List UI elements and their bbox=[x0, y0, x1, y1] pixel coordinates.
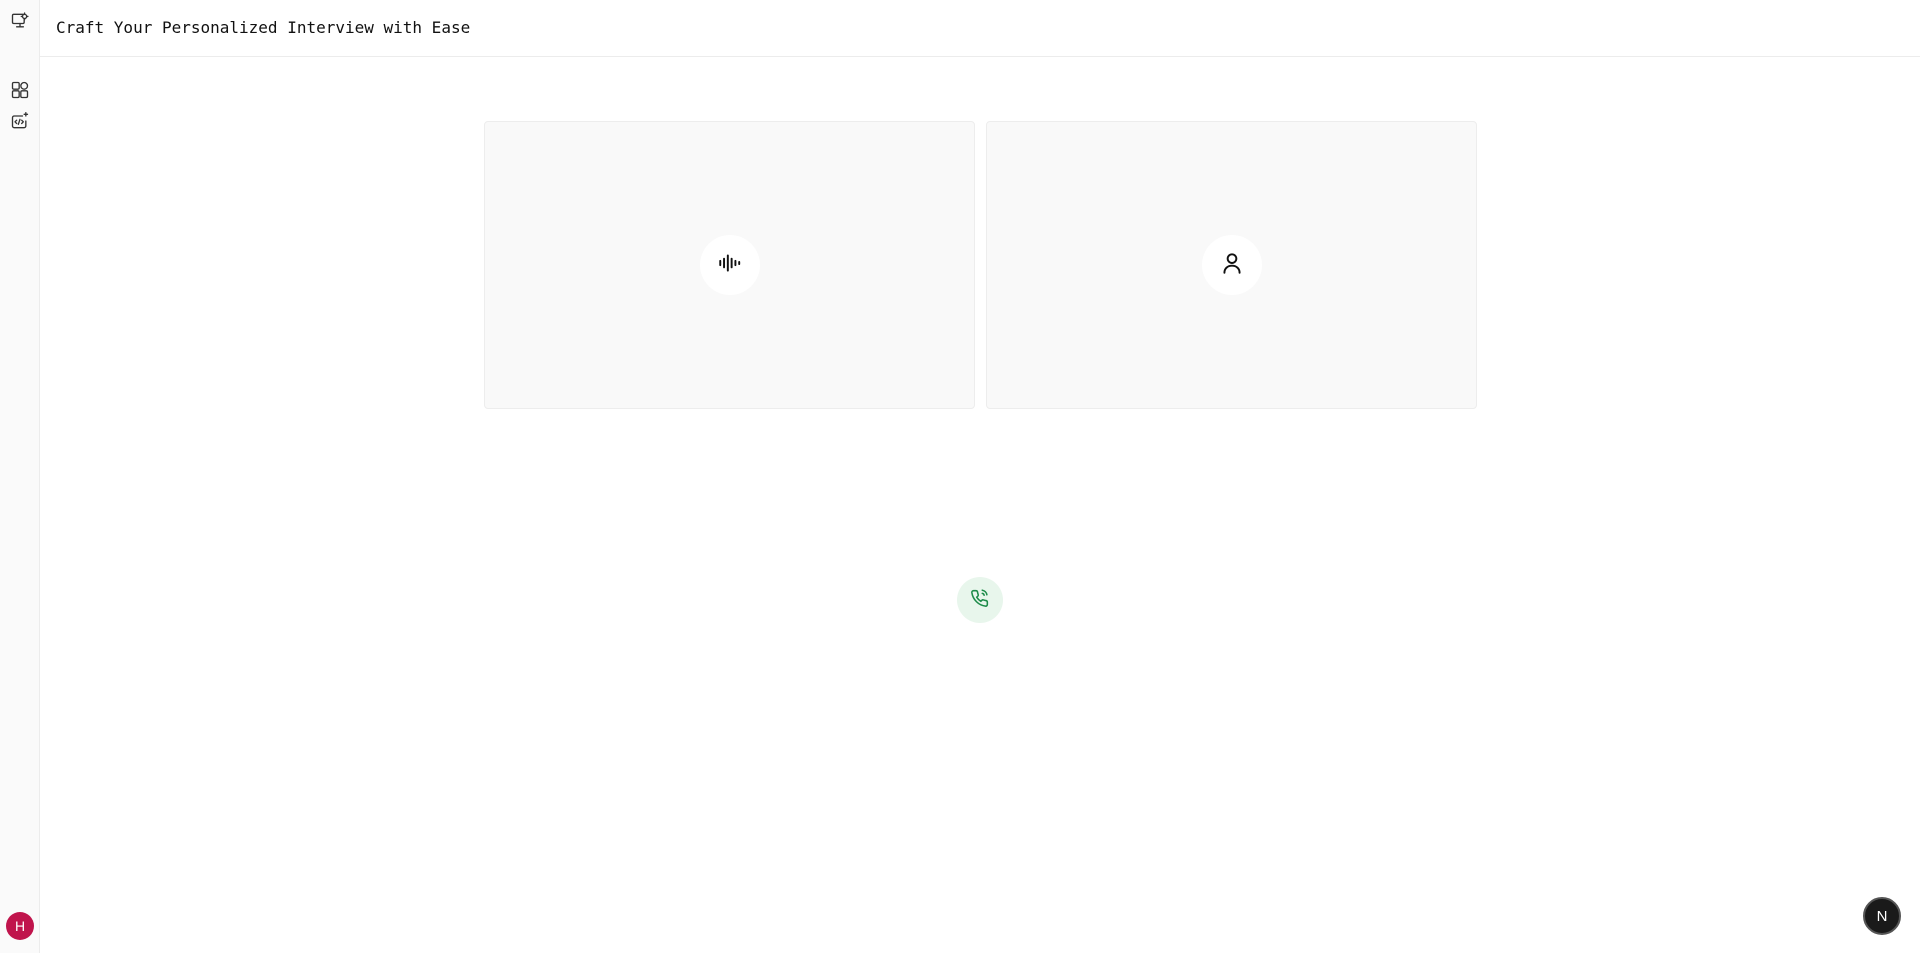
candidate-card bbox=[986, 121, 1477, 409]
phone-call-icon bbox=[969, 587, 991, 614]
audio-waveform-icon bbox=[717, 250, 743, 281]
user-icon bbox=[1219, 250, 1245, 281]
sidebar: H bbox=[0, 0, 40, 953]
interviewer-avatar bbox=[699, 235, 760, 295]
avatar[interactable]: H bbox=[6, 912, 34, 940]
page-title: Craft Your Personalized Interview with E… bbox=[56, 18, 471, 37]
candidate-avatar bbox=[1201, 235, 1262, 295]
monitor-gear-icon[interactable] bbox=[9, 10, 31, 32]
header: Craft Your Personalized Interview with E… bbox=[40, 0, 1920, 57]
interviewer-card bbox=[484, 121, 975, 409]
code-sparkle-icon[interactable] bbox=[9, 110, 31, 132]
apps-grid-icon[interactable] bbox=[9, 79, 31, 101]
next-dev-badge[interactable]: N bbox=[1863, 897, 1901, 935]
start-call-button[interactable] bbox=[957, 577, 1003, 623]
